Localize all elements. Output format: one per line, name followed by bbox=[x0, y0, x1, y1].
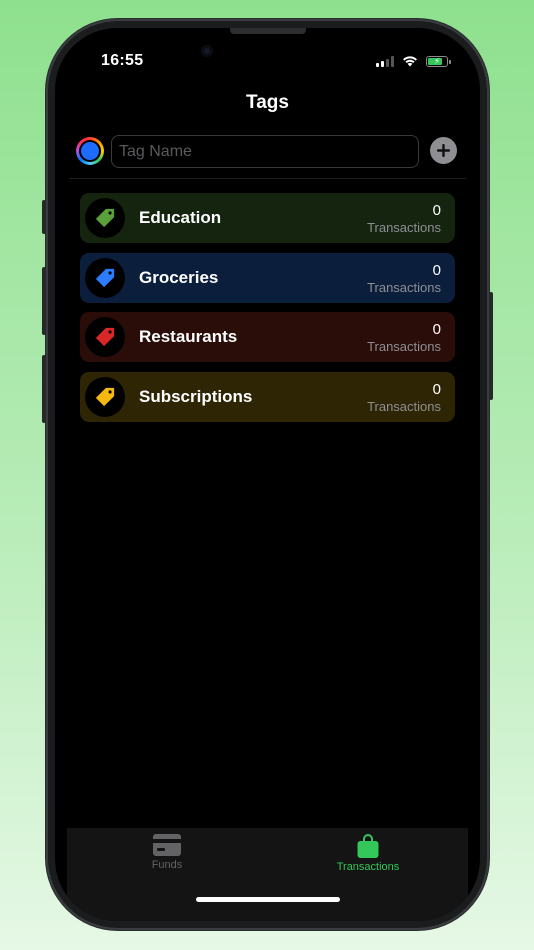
tag-icon bbox=[95, 208, 115, 228]
plus-icon bbox=[437, 144, 450, 157]
cellular-signal-icon bbox=[376, 55, 394, 67]
add-tag-button[interactable] bbox=[430, 137, 457, 164]
tab-bar: Funds Transactions bbox=[67, 828, 468, 921]
tag-list: Education 0 Transactions Groceries 0 Tra… bbox=[80, 193, 455, 431]
tag-transaction-label: Transactions bbox=[367, 339, 441, 354]
selected-color-swatch bbox=[81, 142, 99, 160]
volume-up-button bbox=[42, 267, 46, 335]
tab-label: Funds bbox=[151, 859, 183, 871]
tag-icon bbox=[95, 327, 115, 347]
silent-switch bbox=[42, 200, 46, 234]
screen: 16:55 ⚡ Tags Tag Name Education 0 Transa… bbox=[55, 28, 480, 921]
power-button bbox=[489, 292, 493, 400]
tag-name: Groceries bbox=[139, 267, 219, 287]
home-indicator bbox=[196, 897, 340, 902]
status-icons: ⚡ bbox=[376, 55, 451, 67]
volume-down-button bbox=[42, 355, 46, 423]
tag-transaction-count: 0 bbox=[432, 202, 441, 219]
tag-name: Subscriptions bbox=[139, 386, 253, 406]
credit-card-icon bbox=[153, 834, 181, 856]
status-time: 16:55 bbox=[101, 52, 144, 69]
tag-row-groceries[interactable]: Groceries 0 Transactions bbox=[80, 252, 455, 303]
tab-transactions[interactable]: Transactions bbox=[308, 834, 428, 873]
tag-icon-badge bbox=[85, 198, 125, 238]
tag-row-restaurants[interactable]: Restaurants 0 Transactions bbox=[80, 312, 455, 362]
front-camera bbox=[201, 45, 213, 57]
header-divider bbox=[69, 178, 466, 179]
tag-transaction-label: Transactions bbox=[367, 398, 441, 414]
tag-transaction-count: 0 bbox=[432, 380, 441, 398]
tag-icon-badge bbox=[85, 376, 125, 417]
tag-row-education[interactable]: Education 0 Transactions bbox=[80, 193, 455, 243]
tag-row-subscriptions[interactable]: Subscriptions 0 Transactions bbox=[80, 371, 455, 422]
battery-icon: ⚡ bbox=[426, 55, 451, 67]
page-title: Tags bbox=[246, 92, 289, 113]
tag-icon-badge bbox=[85, 257, 125, 298]
tag-transaction-label: Transactions bbox=[367, 279, 441, 295]
tag-transaction-count: 0 bbox=[432, 321, 441, 338]
tag-name: Education bbox=[139, 208, 222, 227]
tag-icon-badge bbox=[85, 317, 125, 357]
tag-transaction-count: 0 bbox=[432, 261, 441, 279]
tag-transaction-label: Transactions bbox=[367, 220, 441, 235]
tag-icon bbox=[95, 268, 115, 287]
shopping-bag-icon bbox=[357, 834, 379, 858]
tag-icon bbox=[95, 387, 115, 406]
tab-funds[interactable]: Funds bbox=[107, 834, 227, 871]
speaker-grille bbox=[230, 28, 306, 34]
tag-name-input[interactable] bbox=[111, 135, 419, 168]
tab-label: Transactions bbox=[336, 861, 400, 873]
tag-name: Restaurants bbox=[139, 327, 238, 346]
wifi-icon bbox=[403, 56, 417, 67]
color-picker-button[interactable] bbox=[76, 137, 104, 165]
